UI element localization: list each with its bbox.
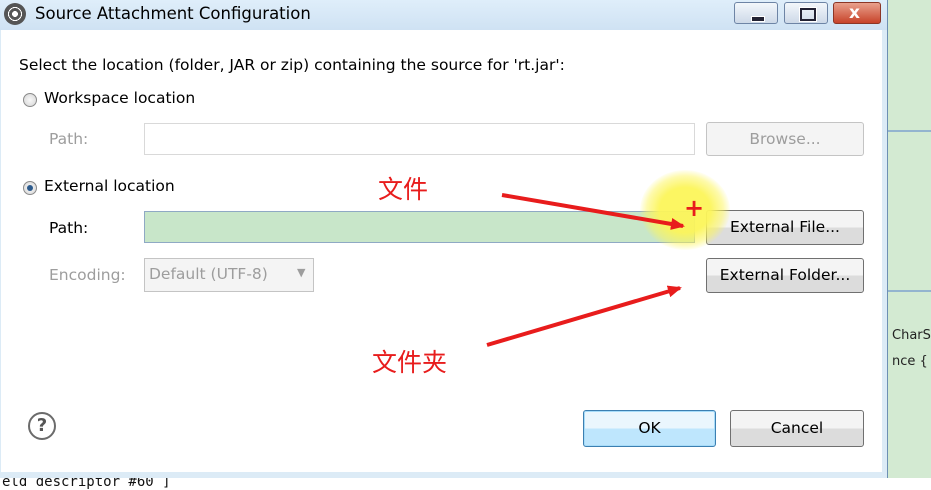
- maximize-button[interactable]: [784, 2, 828, 24]
- cancel-button[interactable]: Cancel: [730, 410, 864, 447]
- source-attachment-dialog: Source Attachment Configuration x Select…: [0, 0, 888, 478]
- external-file-button[interactable]: External File...: [706, 210, 864, 245]
- background-code-fragment: CharS: [892, 328, 931, 343]
- close-button[interactable]: x: [833, 2, 881, 24]
- minimize-icon: [751, 16, 765, 22]
- external-location-label[interactable]: External location: [44, 177, 175, 195]
- workspace-location-label[interactable]: Workspace location: [44, 89, 195, 107]
- browse-button[interactable]: Browse...: [706, 122, 864, 156]
- external-path-field[interactable]: [144, 211, 695, 243]
- instruction-text: Select the location (folder, JAR or zip)…: [19, 56, 565, 74]
- annotation-folder-label: 文件夹: [372, 348, 448, 377]
- workspace-path-label: Path:: [49, 130, 89, 148]
- crosshair-cursor-icon: +: [684, 194, 705, 222]
- editor-separator: [888, 290, 931, 292]
- workspace-location-radio[interactable]: [23, 93, 37, 107]
- background-code-line: eld descriptor #60 ]: [0, 478, 931, 490]
- background-code-fragment: nce {: [892, 354, 928, 369]
- encoding-select[interactable]: Default (UTF-8) ▼: [144, 258, 314, 292]
- dialog-title: Source Attachment Configuration: [35, 4, 311, 23]
- external-location-radio[interactable]: [23, 181, 37, 195]
- encoding-value: Default (UTF-8): [149, 265, 268, 283]
- close-icon: x: [849, 3, 860, 23]
- help-icon[interactable]: ?: [28, 412, 56, 440]
- background-editor: CharS nce {: [888, 0, 931, 490]
- chevron-down-icon: ▼: [297, 266, 306, 279]
- maximize-icon: [799, 7, 817, 22]
- external-folder-button[interactable]: External Folder...: [706, 258, 864, 293]
- minimize-button[interactable]: [734, 2, 778, 24]
- background-code-fragment: eld descriptor #60 ]: [2, 478, 171, 490]
- title-bar[interactable]: Source Attachment Configuration x: [0, 0, 887, 30]
- external-path-label: Path:: [49, 219, 89, 237]
- editor-separator: [888, 130, 931, 132]
- annotation-file-label: 文件: [378, 175, 429, 204]
- ok-button[interactable]: OK: [583, 410, 716, 447]
- encoding-label: Encoding:: [49, 266, 126, 284]
- dialog-body: Select the location (folder, JAR or zip)…: [1, 30, 882, 472]
- workspace-path-field[interactable]: [144, 123, 695, 155]
- eclipse-app-icon: [4, 3, 26, 25]
